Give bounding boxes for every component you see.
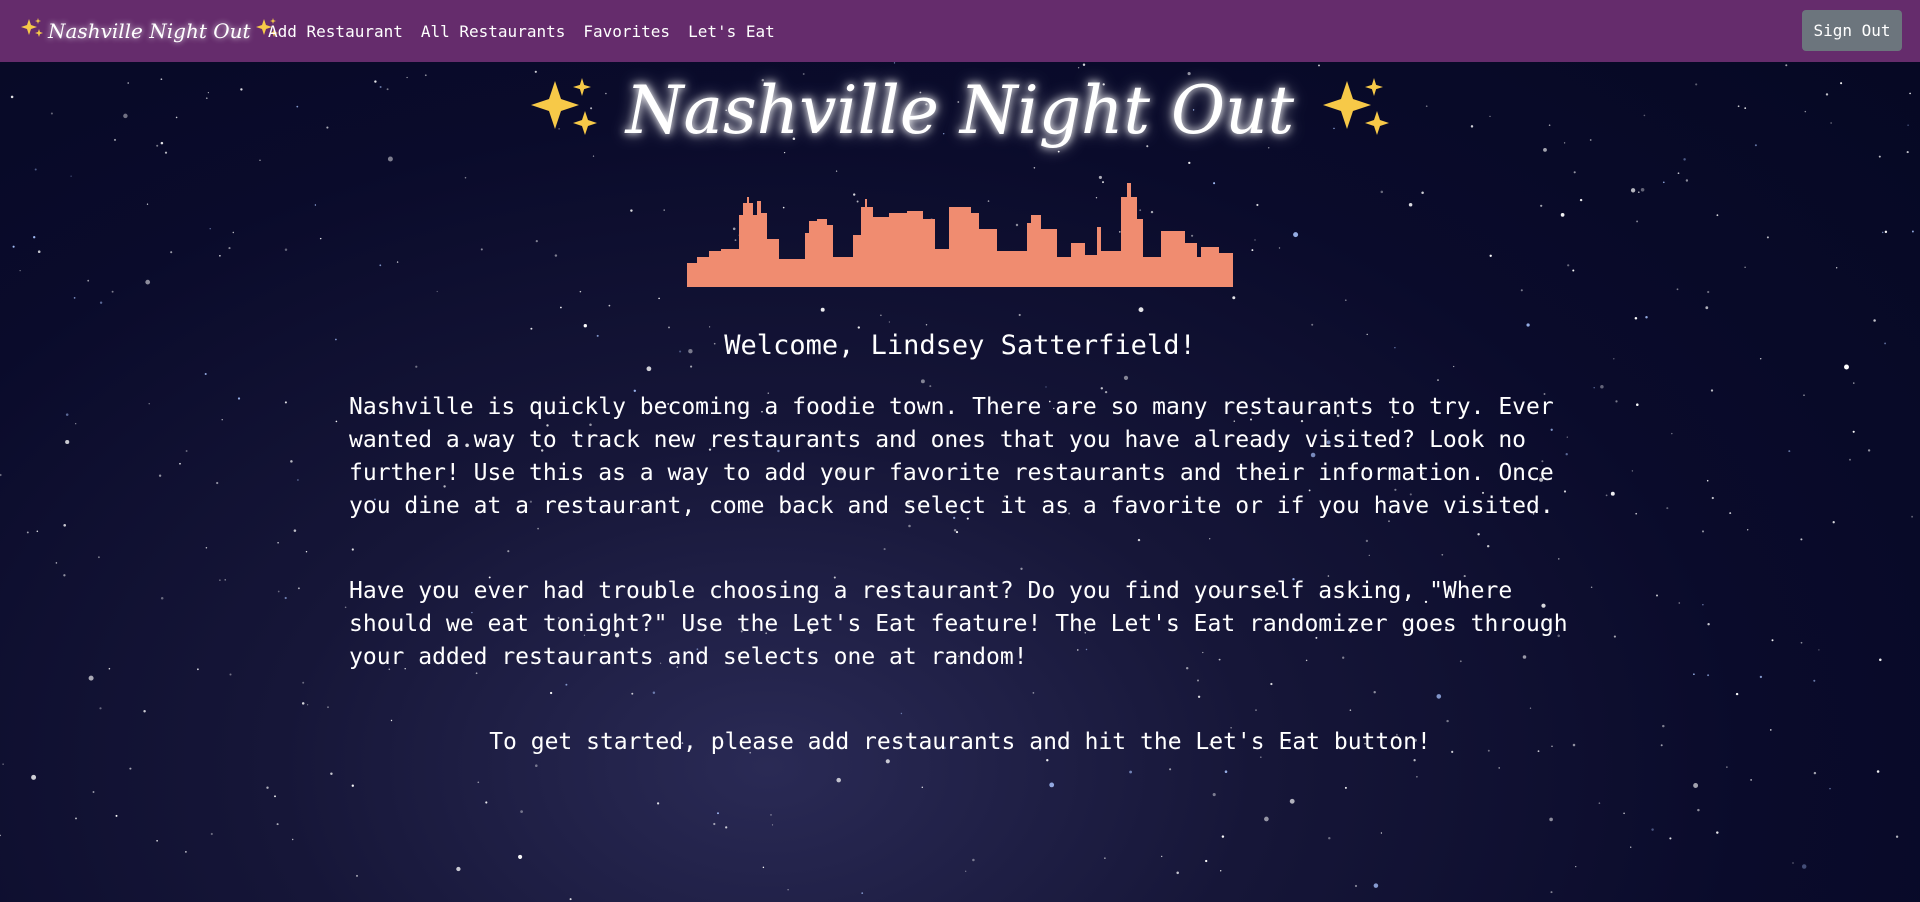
intro-paragraph: Nashville is quickly becoming a foodie t… <box>349 394 1554 519</box>
get-started-text: To get started, please add restaurants a… <box>489 729 1431 755</box>
city-skyline-icon <box>687 177 1233 291</box>
lets-eat-paragraph: Have you ever had trouble choosing a res… <box>349 578 1568 670</box>
navbar: Nashville Night Out Add Restaurant All R… <box>0 0 1920 62</box>
main-content: Welcome, Lindsey Satterfield! Nashville … <box>349 330 1571 759</box>
sparkles-icon <box>524 75 604 147</box>
hero-title: Nashville Night Out <box>0 72 1920 149</box>
sign-out-button[interactable]: Sign Out <box>1802 10 1902 51</box>
nav-lets-eat[interactable]: Let's Eat <box>688 22 775 41</box>
nav-all-restaurants[interactable]: All Restaurants <box>421 22 566 41</box>
nav-add-restaurant[interactable]: Add Restaurant <box>268 22 403 41</box>
sparkles-icon <box>20 17 44 45</box>
brand-name: Nashville Night Out <box>48 19 251 43</box>
sparkles-icon <box>1316 75 1396 147</box>
brand-logo-link[interactable]: Nashville Night Out <box>20 14 279 48</box>
hero-title-text: Nashville Night Out <box>625 72 1295 149</box>
nav-favorites[interactable]: Favorites <box>583 22 670 41</box>
welcome-heading: Welcome, Lindsey Satterfield! <box>724 330 1196 361</box>
nav-links: Add Restaurant All Restaurants Favorites… <box>268 0 793 62</box>
